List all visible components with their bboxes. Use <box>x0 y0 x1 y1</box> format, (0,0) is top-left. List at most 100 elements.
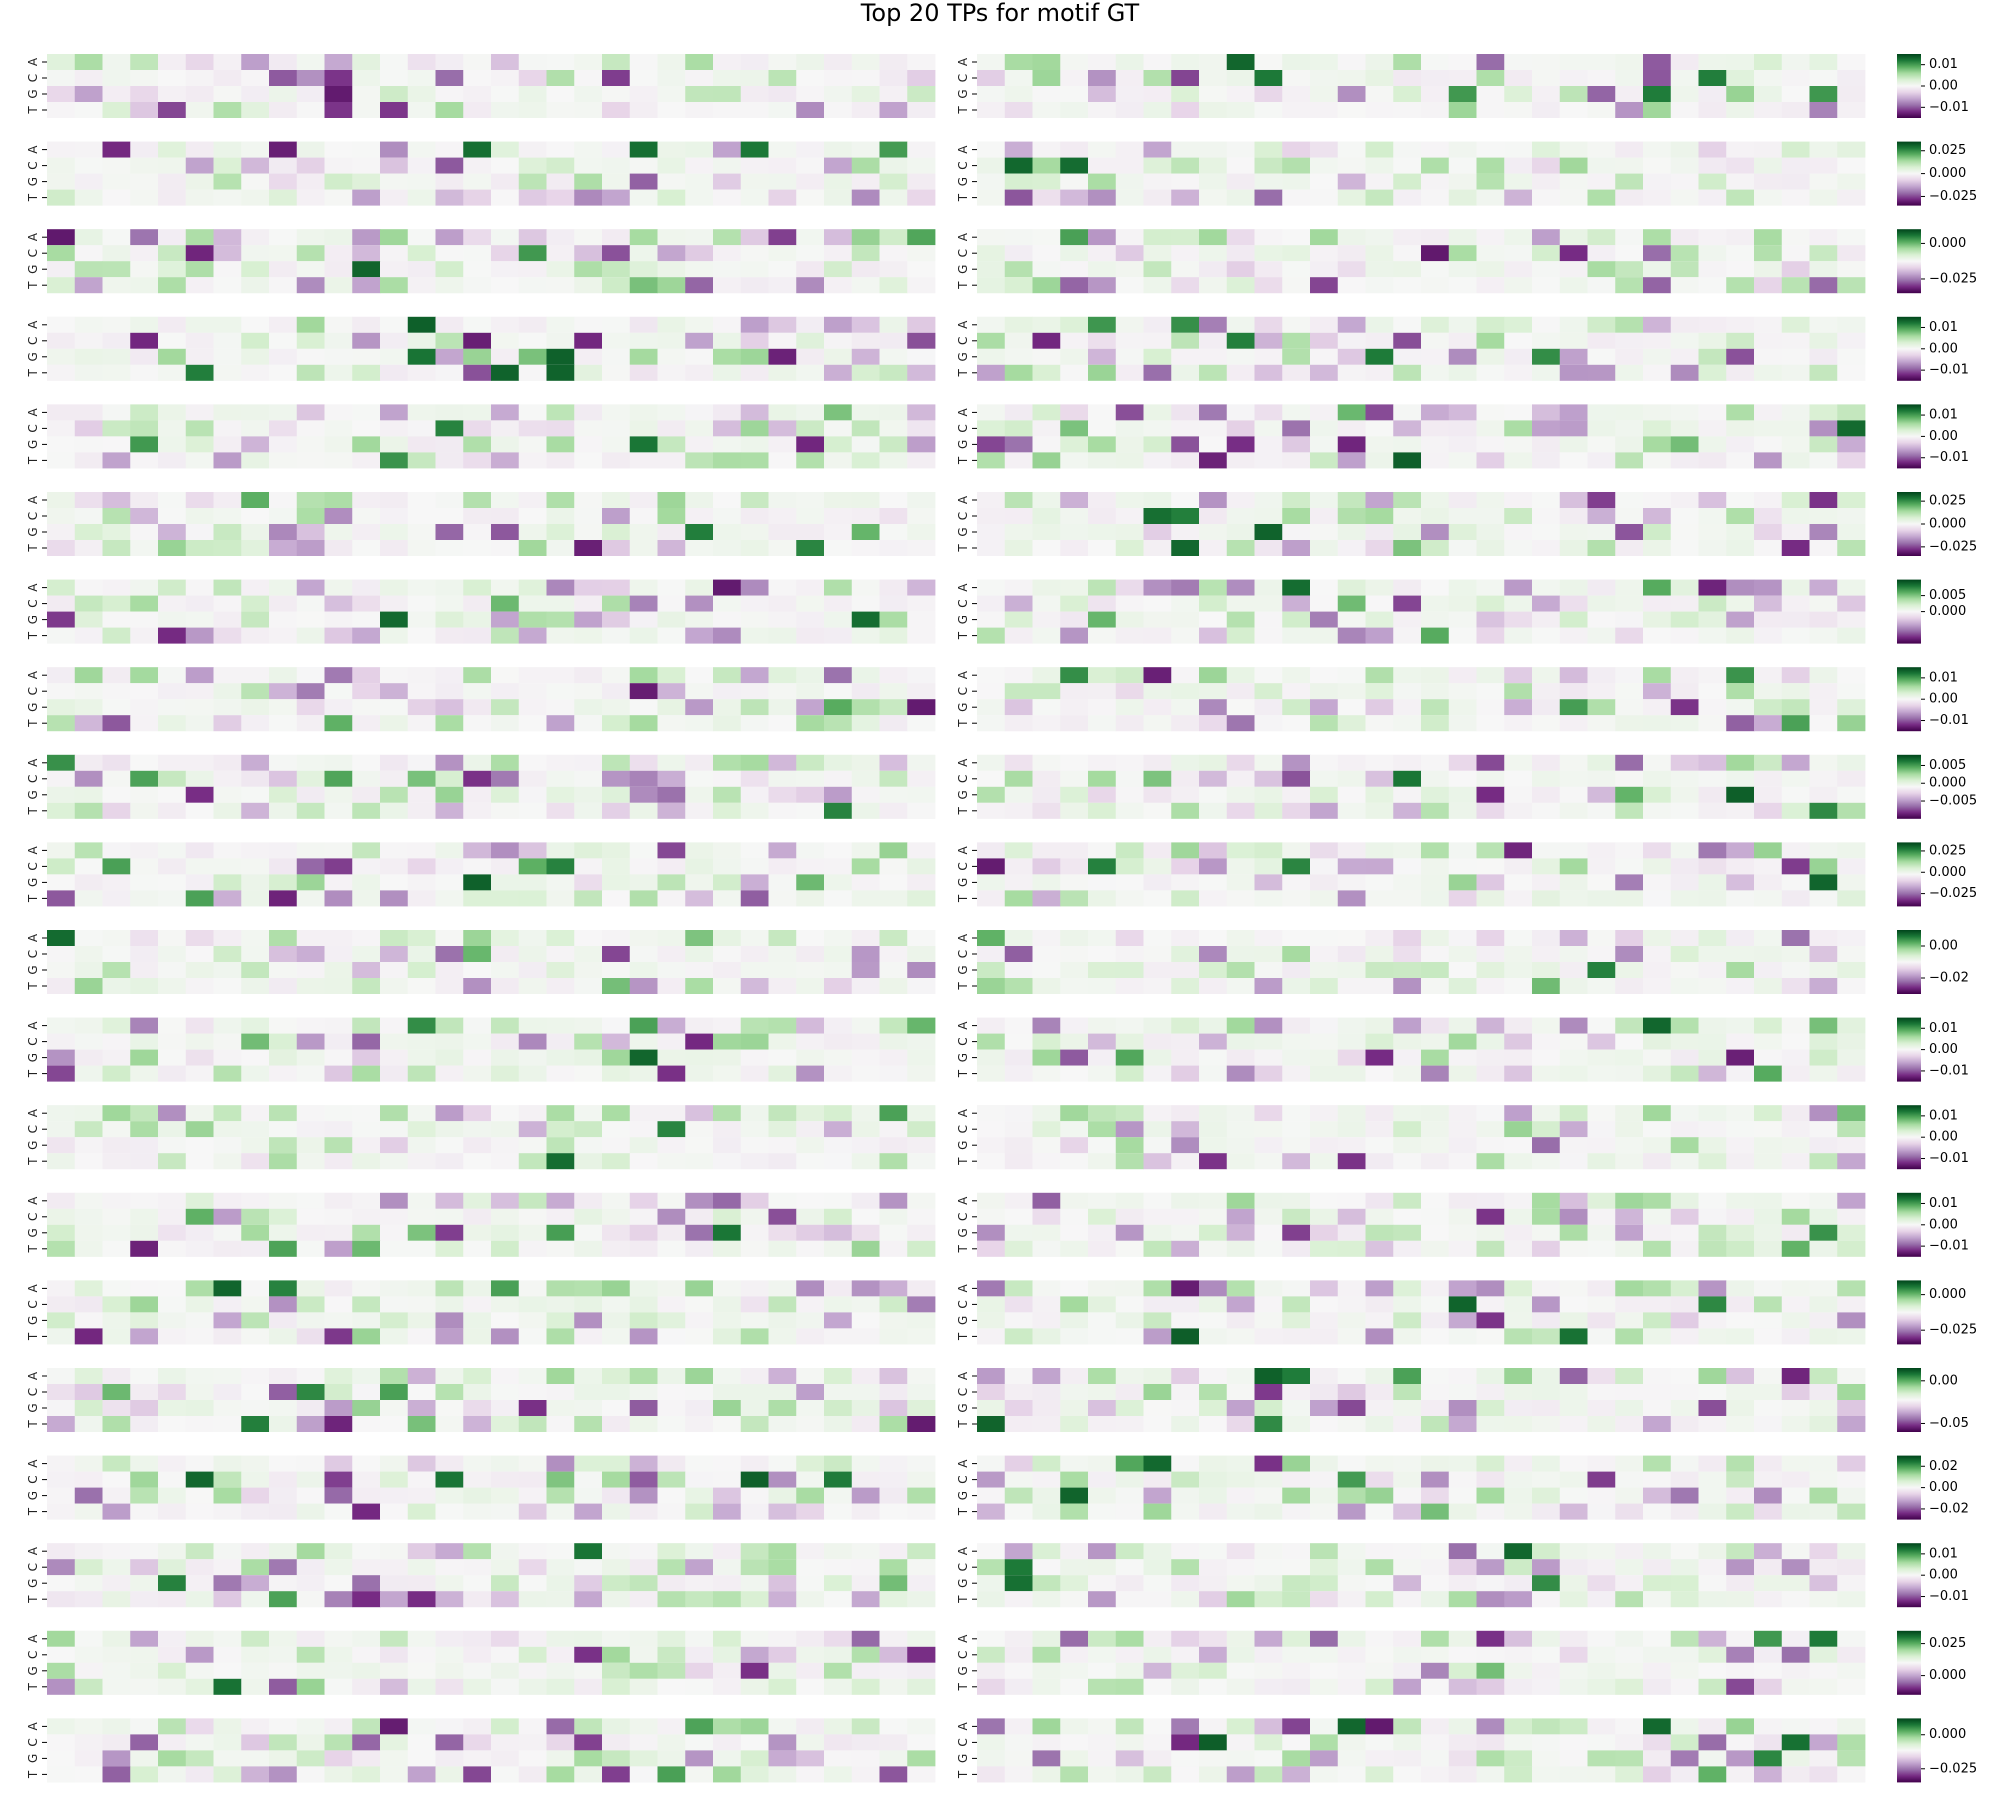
heatmap-cell <box>47 229 76 246</box>
heatmap-cell <box>824 316 853 333</box>
heatmap-cell <box>1337 189 1366 206</box>
heatmap-cell <box>907 962 936 978</box>
heatmap-cell <box>158 1065 187 1082</box>
heatmap-cell <box>102 611 131 628</box>
heatmap-cell <box>1559 332 1588 349</box>
heatmap-cell <box>1254 508 1283 524</box>
heatmap-cell <box>1171 1049 1200 1066</box>
heatmap-cell <box>1032 1400 1061 1416</box>
heatmap-cell <box>380 173 409 190</box>
heatmap-cell <box>185 1487 214 1504</box>
heatmap-cell <box>1670 102 1699 118</box>
colorbar-gradient <box>1897 492 1921 556</box>
heatmap-cell <box>851 770 880 787</box>
heatmap-cell <box>1726 1416 1755 1432</box>
heatmap-cell <box>435 1121 464 1138</box>
heatmap-cell <box>1143 1208 1172 1225</box>
heatmap-cell <box>824 890 853 907</box>
heatmap-cell <box>296 364 325 381</box>
heatmap-cell <box>657 1575 686 1592</box>
heatmap-cell <box>1809 1240 1838 1257</box>
heatmap-cell <box>740 404 769 421</box>
heatmap-cell <box>907 699 936 716</box>
heatmap-cell <box>1088 54 1117 70</box>
heatmap-cell <box>241 802 270 819</box>
heatmap-cell <box>713 524 742 540</box>
heatmap-cell <box>1337 404 1366 421</box>
heatmap-cell <box>1781 1471 1810 1488</box>
heatmap-cell <box>1171 842 1200 859</box>
heatmap-cell <box>629 699 658 716</box>
row-tick-label: C <box>26 249 40 257</box>
heatmap-cell <box>491 1543 520 1560</box>
heatmap-cell <box>879 54 908 70</box>
heatmap-cell <box>907 1575 936 1592</box>
heatmap-cell <box>1726 540 1755 556</box>
heatmap-cell <box>796 277 825 294</box>
heatmap-cell <box>1254 978 1283 994</box>
heatmap-cell <box>1809 683 1838 700</box>
heatmap-cell <box>796 436 825 453</box>
heatmap-cell <box>1726 348 1755 365</box>
row-tick-label: G <box>26 89 40 98</box>
heatmap-cell <box>407 1543 436 1560</box>
heatmap-cell <box>1337 1455 1366 1472</box>
heatmap-cell <box>47 102 76 118</box>
heatmap-cell <box>1559 86 1588 102</box>
heatmap-cell <box>380 452 409 469</box>
heatmap-cell <box>407 492 436 508</box>
heatmap-cell <box>158 540 187 556</box>
heatmap-cell <box>213 436 242 453</box>
heatmap-cell <box>1365 842 1394 859</box>
heatmap-cell <box>130 1312 159 1329</box>
heatmap-cell <box>768 70 797 86</box>
heatmap-cell <box>657 1328 686 1345</box>
heatmap-cell <box>185 332 214 349</box>
heatmap-cell <box>407 1153 436 1170</box>
heatmap-cell <box>1310 1400 1339 1416</box>
heatmap-cell <box>407 579 436 596</box>
heatmap-cell <box>1365 157 1394 174</box>
heatmap-cell <box>657 1384 686 1400</box>
heatmap-cell <box>1837 1224 1866 1241</box>
heatmap-cell <box>1504 141 1533 158</box>
heatmap-cell <box>977 316 1006 333</box>
heatmap-cell <box>546 70 575 86</box>
heatmap-cell <box>1143 1328 1172 1345</box>
heatmap-cell <box>47 1296 76 1313</box>
heatmap-cell <box>1754 157 1783 174</box>
heatmap-cell <box>435 667 464 684</box>
heatmap-cell <box>629 1049 658 1066</box>
heatmap-cell <box>185 54 214 70</box>
heatmap-cell <box>574 229 603 246</box>
heatmap-cell <box>463 245 492 262</box>
heatmap-cell <box>1115 699 1144 716</box>
heatmap-cell <box>602 770 631 787</box>
heatmap-cell <box>407 611 436 628</box>
heatmap-cell <box>296 715 325 732</box>
heatmap-cell <box>796 890 825 907</box>
heatmap-cell <box>269 930 298 946</box>
row-tick-label: T <box>956 1244 970 1253</box>
heatmap-cell <box>977 699 1006 716</box>
heatmap-cell <box>1448 1049 1477 1066</box>
heatmap-cell <box>1809 1296 1838 1313</box>
row-tick-label: C <box>956 950 970 958</box>
heatmap-cell <box>1532 404 1561 421</box>
heatmap-cell <box>1115 1487 1144 1504</box>
heatmap-cell <box>1254 802 1283 819</box>
heatmap-cell <box>491 420 520 437</box>
heatmap-cell <box>1559 189 1588 206</box>
heatmap-cell <box>1310 54 1339 70</box>
heatmap-cell <box>768 1416 797 1432</box>
heatmap-cell <box>1282 70 1311 86</box>
heatmap-cell <box>1559 508 1588 524</box>
heatmap-cell <box>158 277 187 294</box>
heatmap-cell <box>1504 627 1533 644</box>
row-tick-label: C <box>956 1475 970 1483</box>
row-tick-label: C <box>956 74 970 82</box>
heatmap-cell <box>1171 1280 1200 1297</box>
heatmap-cell <box>74 348 103 365</box>
heatmap-cell <box>1365 1121 1394 1138</box>
heatmap-cell <box>879 930 908 946</box>
